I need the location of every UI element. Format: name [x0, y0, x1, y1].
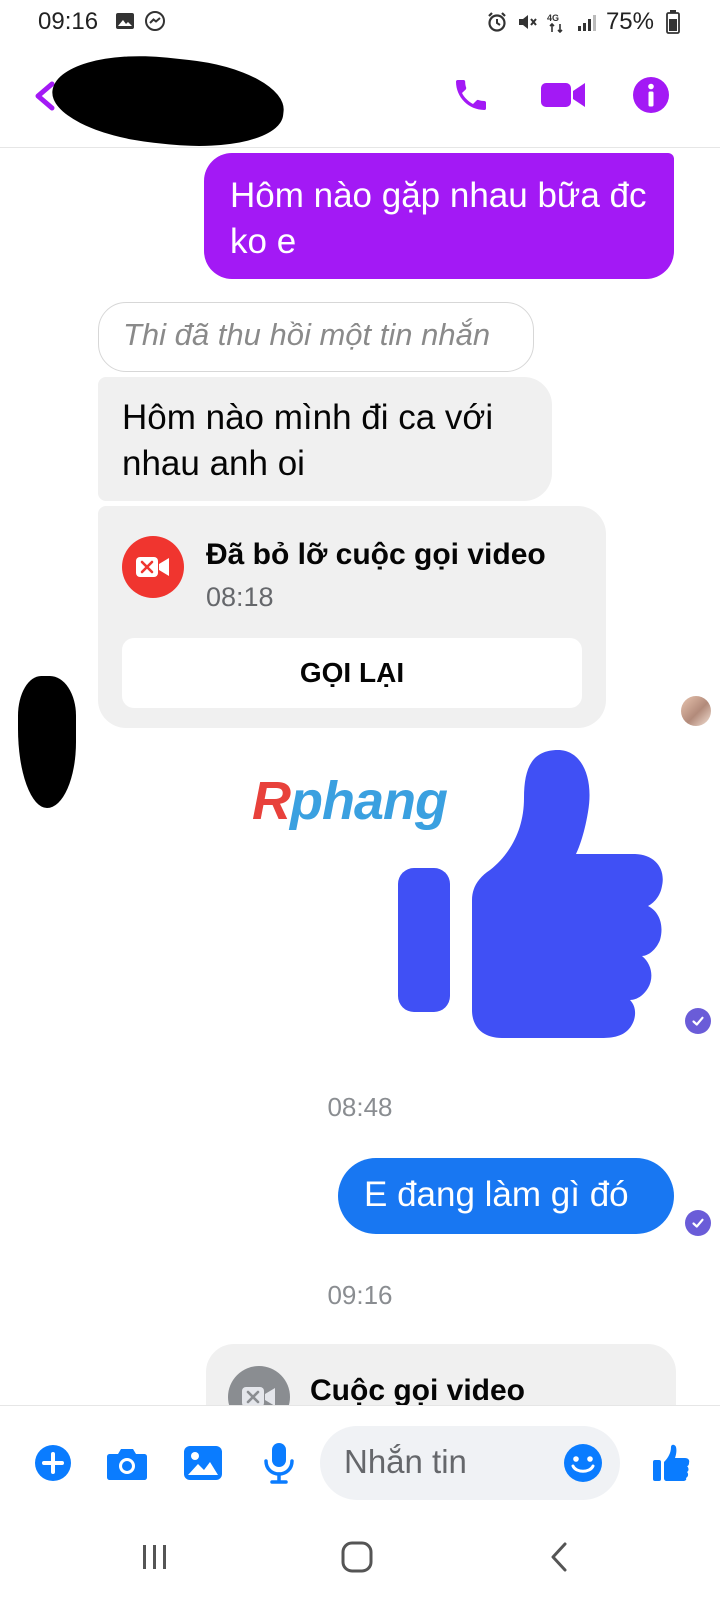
gallery-notification-icon — [114, 10, 136, 32]
alarm-icon — [486, 11, 508, 33]
sent-check-icon — [685, 1210, 711, 1236]
sent-check-icon — [685, 1008, 711, 1034]
watermark-r: R — [252, 771, 291, 831]
conversation-header — [0, 44, 720, 156]
phone-icon[interactable] — [446, 70, 496, 120]
plus-icon[interactable] — [30, 1440, 76, 1486]
video-call-title: Cuộc gọi video — [310, 1374, 526, 1407]
svg-text:4G: 4G — [547, 13, 559, 23]
outgoing-message-bubble[interactable]: Hôm nào gặp nhau bữa đc ko e — [204, 153, 674, 279]
info-icon[interactable] — [626, 70, 676, 120]
missed-call-time: 08:18 — [206, 582, 274, 612]
like-icon[interactable] — [648, 1440, 694, 1486]
seen-indicator-avatar — [681, 696, 711, 726]
recent-apps-icon[interactable] — [130, 1537, 180, 1577]
redacted-contact-name[interactable] — [48, 46, 288, 156]
status-notification-icons — [114, 10, 166, 32]
timestamp: 08:48 — [327, 1092, 393, 1122]
missed-video-call-card[interactable]: Đã bỏ lỡ cuộc gọi video 08:18 GỌI LẠI — [98, 506, 606, 728]
battery-icon — [662, 10, 684, 34]
message-input-placeholder: Nhắn tin — [344, 1443, 467, 1480]
large-thumbs-up-sticker[interactable] — [398, 750, 678, 1040]
network-4g-icon: 4G — [546, 11, 568, 33]
status-time: 09:16 — [38, 8, 99, 35]
video-camera-icon[interactable] — [538, 70, 588, 120]
mute-icon — [516, 11, 538, 33]
status-right-icons: 4G 75% — [486, 8, 684, 36]
camera-icon[interactable] — [104, 1440, 150, 1486]
message-input[interactable]: Nhắn tin — [320, 1426, 620, 1500]
signal-icon — [576, 11, 598, 33]
timestamp: 09:16 — [327, 1280, 393, 1310]
microphone-icon[interactable] — [256, 1440, 302, 1486]
messenger-notification-icon — [144, 10, 166, 32]
redacted-contact-avatar[interactable] — [18, 676, 76, 808]
call-back-button[interactable]: GỌI LẠI — [122, 638, 582, 708]
home-icon[interactable] — [332, 1537, 382, 1577]
outgoing-message-bubble[interactable]: E đang làm gì đó — [338, 1158, 674, 1234]
system-back-icon[interactable] — [534, 1537, 584, 1577]
status-bar: 09:16 4G 75% — [0, 0, 720, 44]
message-composer: Nhắn tin — [0, 1405, 720, 1521]
incoming-message-bubble[interactable]: Hôm nào mình đi ca với nhau anh oi — [98, 377, 552, 501]
unsent-message-notice: Thi đã thu hồi một tin nhắn — [98, 302, 534, 372]
missed-video-call-icon — [122, 536, 184, 598]
system-navigation-bar — [0, 1521, 720, 1600]
gallery-icon[interactable] — [180, 1440, 226, 1486]
missed-call-title: Đã bỏ lỡ cuộc gọi video — [206, 538, 546, 571]
emoji-icon[interactable] — [560, 1440, 606, 1486]
battery-percent: 75% — [605, 8, 654, 35]
